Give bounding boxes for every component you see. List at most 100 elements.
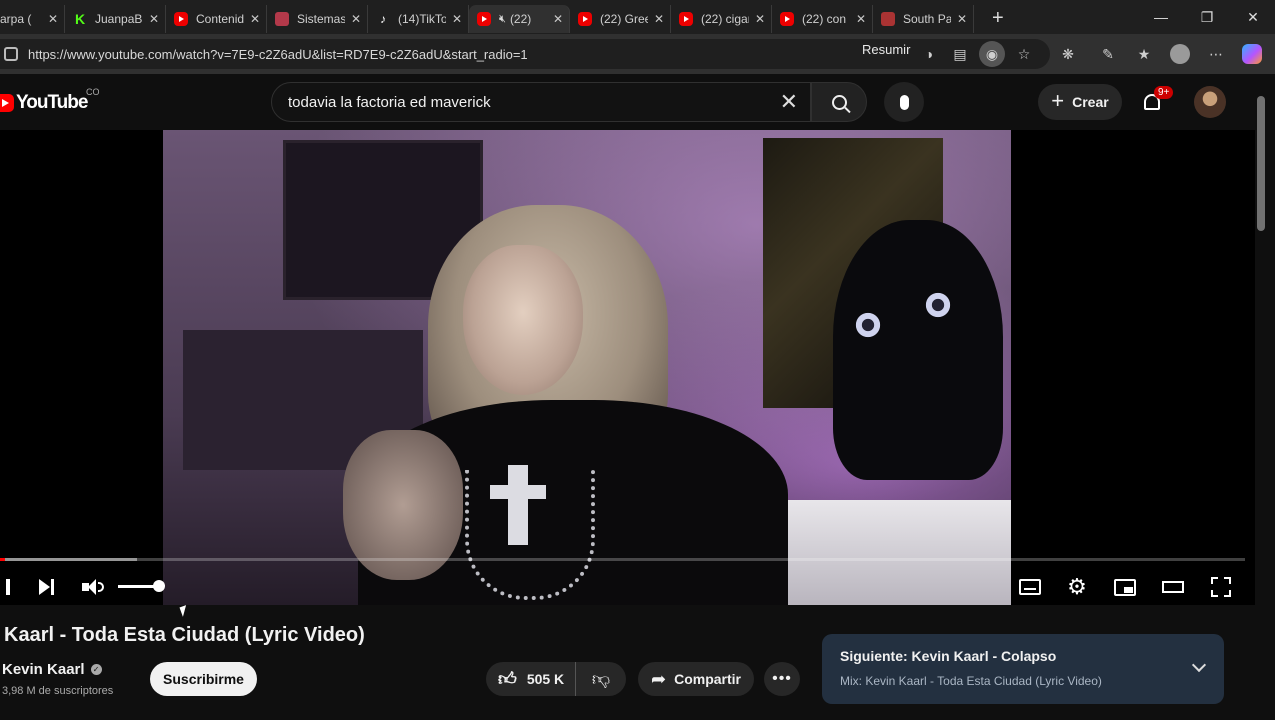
country-code: CO — [86, 87, 100, 97]
like-button[interactable]: 👍︎ 505 K — [486, 662, 576, 696]
new-tab-button[interactable]: + — [992, 7, 1004, 30]
theater-icon — [1162, 581, 1184, 593]
gear-icon: ⚙ — [1067, 574, 1087, 599]
summarize-button[interactable]: Resumir — [862, 42, 910, 57]
dislike-button[interactable]: 👎︎ — [576, 668, 626, 690]
up-next-card[interactable]: Siguiente: Kevin Kaarl - Colapso Mix: Ke… — [822, 634, 1224, 704]
share-icon: ➦ — [651, 668, 667, 689]
profile-icon[interactable] — [1170, 44, 1190, 64]
progress-played — [0, 558, 5, 561]
video-player[interactable]: ⚙ — [0, 130, 1255, 605]
tab-close-icon[interactable]: ✕ — [856, 12, 866, 26]
share-button[interactable]: ➦ Compartir — [638, 662, 754, 696]
tab-title: JuanpaBl — [95, 12, 143, 26]
more-dots-icon: ••• — [772, 670, 792, 687]
tab-close-icon[interactable]: ✕ — [755, 12, 765, 26]
tab-title: (22) con — [802, 12, 847, 26]
translate-icon[interactable]: ◑ — [919, 44, 939, 64]
browser-tab[interactable]: (22) con ✕ — [772, 5, 873, 33]
subtitles-button[interactable] — [1017, 575, 1043, 599]
sistema-favicon-icon — [275, 12, 289, 26]
tab-muted-speaker-icon[interactable]: 🔇︎ — [499, 13, 506, 26]
miniplayer-icon — [1114, 578, 1136, 596]
channel-name-text[interactable]: Kevin Kaarl — [2, 661, 85, 678]
thumbs-down-icon: 👎︎ — [591, 669, 611, 689]
puzzle-icon[interactable]: ✎ — [1098, 44, 1118, 64]
tab-close-icon[interactable]: ✕ — [553, 12, 563, 26]
up-next-mix: Mix: Kevin Kaarl - Toda Esta Ciudad (Lyr… — [840, 674, 1102, 688]
subscribe-button[interactable]: Suscribirme — [150, 662, 257, 696]
tab-title: (22) cigar — [701, 12, 749, 26]
settings-button[interactable]: ⚙ — [1064, 574, 1090, 599]
up-next-title[interactable]: Siguiente: Kevin Kaarl - Colapso — [840, 648, 1056, 664]
miniplayer-button[interactable] — [1112, 575, 1138, 599]
browser-tab[interactable]: South Pa ✕ — [873, 5, 974, 33]
white-desk — [753, 500, 1011, 605]
copilot-icon[interactable] — [1242, 44, 1262, 64]
search-icon — [831, 94, 847, 110]
more-actions-button[interactable]: ••• — [764, 662, 800, 696]
progress-bar[interactable] — [0, 558, 1245, 561]
clear-search-icon[interactable]: ✕ — [780, 89, 798, 115]
video-frame[interactable] — [163, 130, 1011, 605]
theater-mode-button[interactable] — [1160, 575, 1186, 599]
subtitles-icon — [1019, 579, 1041, 595]
voice-search-button[interactable] — [884, 82, 924, 122]
tab-close-icon[interactable]: ✕ — [351, 12, 361, 26]
tab-title: South Pa — [903, 12, 951, 26]
cross-pendant-bar — [490, 485, 546, 499]
youtube-play-icon — [0, 94, 14, 112]
account-avatar[interactable] — [1194, 86, 1226, 118]
youtube-logo[interactable]: YouTube CO — [0, 87, 100, 114]
page-scrollbar[interactable] — [1257, 96, 1265, 231]
browser-tab[interactable]: Contenid ✕ — [166, 5, 267, 33]
search-button[interactable] — [811, 82, 867, 122]
browser-tab[interactable]: Sistemas ✕ — [267, 5, 368, 33]
create-button[interactable]: + Crear — [1038, 84, 1122, 120]
tab-close-icon[interactable]: ✕ — [452, 12, 462, 26]
next-icon — [38, 579, 50, 595]
browser-tab[interactable]: (22) Gree ✕ — [570, 5, 671, 33]
fullscreen-button[interactable] — [1208, 575, 1234, 599]
fullscreen-icon — [1211, 577, 1231, 597]
like-dislike-group: 👍︎ 505 K 👎︎ — [486, 662, 626, 696]
close-window-icon[interactable]: ✕ — [1230, 0, 1275, 34]
browser-tab[interactable]: K JuanpaBl ✕ — [65, 5, 166, 33]
tab-close-icon[interactable]: ✕ — [48, 12, 58, 26]
tab-list: arpa (✕ K JuanpaBl ✕ Contenid ✕ Sistemas ✕ ♪ (14)… — [0, 1, 974, 33]
browser-tab[interactable]: ♪ (14)TikTo ✕ — [368, 5, 469, 33]
tab-title: arpa ( — [0, 12, 32, 26]
browser-tab[interactable]: (22) cigar ✕ — [671, 5, 772, 33]
tab-title: Sistemas — [297, 12, 345, 26]
reader-icon[interactable]: ▤ — [950, 44, 970, 64]
mouse-cursor — [179, 605, 190, 617]
tab-close-icon[interactable]: ✕ — [957, 12, 967, 26]
subscriber-count: 3,98 M de suscriptores — [2, 685, 114, 697]
black-cat-figure — [833, 220, 1003, 480]
url-text[interactable]: https://www.youtube.com/watch?v=7E9-c2Z6… — [28, 47, 528, 62]
extensions-icon[interactable]: ❋ — [1058, 44, 1078, 64]
search-input[interactable]: todavia la factoria ed maverick — [288, 94, 780, 111]
menu-dots-icon[interactable]: ⋯ — [1206, 44, 1226, 64]
browser-tab[interactable]: arpa ( ✕ — [0, 5, 65, 33]
mute-button[interactable] — [80, 575, 106, 599]
tab-close-icon[interactable]: ✕ — [250, 12, 260, 26]
youtube-favicon-icon — [679, 12, 693, 26]
person-face — [463, 245, 583, 395]
tab-close-icon[interactable]: ✕ — [654, 12, 664, 26]
pause-button[interactable] — [4, 575, 12, 599]
tab-title: (14)TikTo — [398, 12, 446, 26]
chevron-down-icon[interactable] — [1191, 657, 1207, 673]
search-box[interactable]: todavia la factoria ed maverick ✕ — [271, 82, 811, 122]
restore-icon[interactable]: ❐ — [1184, 0, 1230, 34]
collections-icon[interactable]: ★ — [1134, 44, 1154, 64]
next-button[interactable] — [34, 575, 58, 599]
kick-favicon-icon: K — [74, 11, 86, 27]
site-info-icon[interactable] — [4, 47, 18, 61]
channel-name[interactable]: Kevin Kaarl ✓ — [2, 661, 102, 678]
tab-close-icon[interactable]: ✕ — [149, 12, 159, 26]
favorite-star-icon[interactable]: ☆ — [1014, 44, 1034, 64]
browser-tab[interactable]: 🔇︎ (22) ✕ — [469, 5, 570, 33]
tracking-prevention-icon[interactable]: ◉ — [979, 41, 1005, 67]
minimize-icon[interactable]: — — [1138, 0, 1184, 34]
